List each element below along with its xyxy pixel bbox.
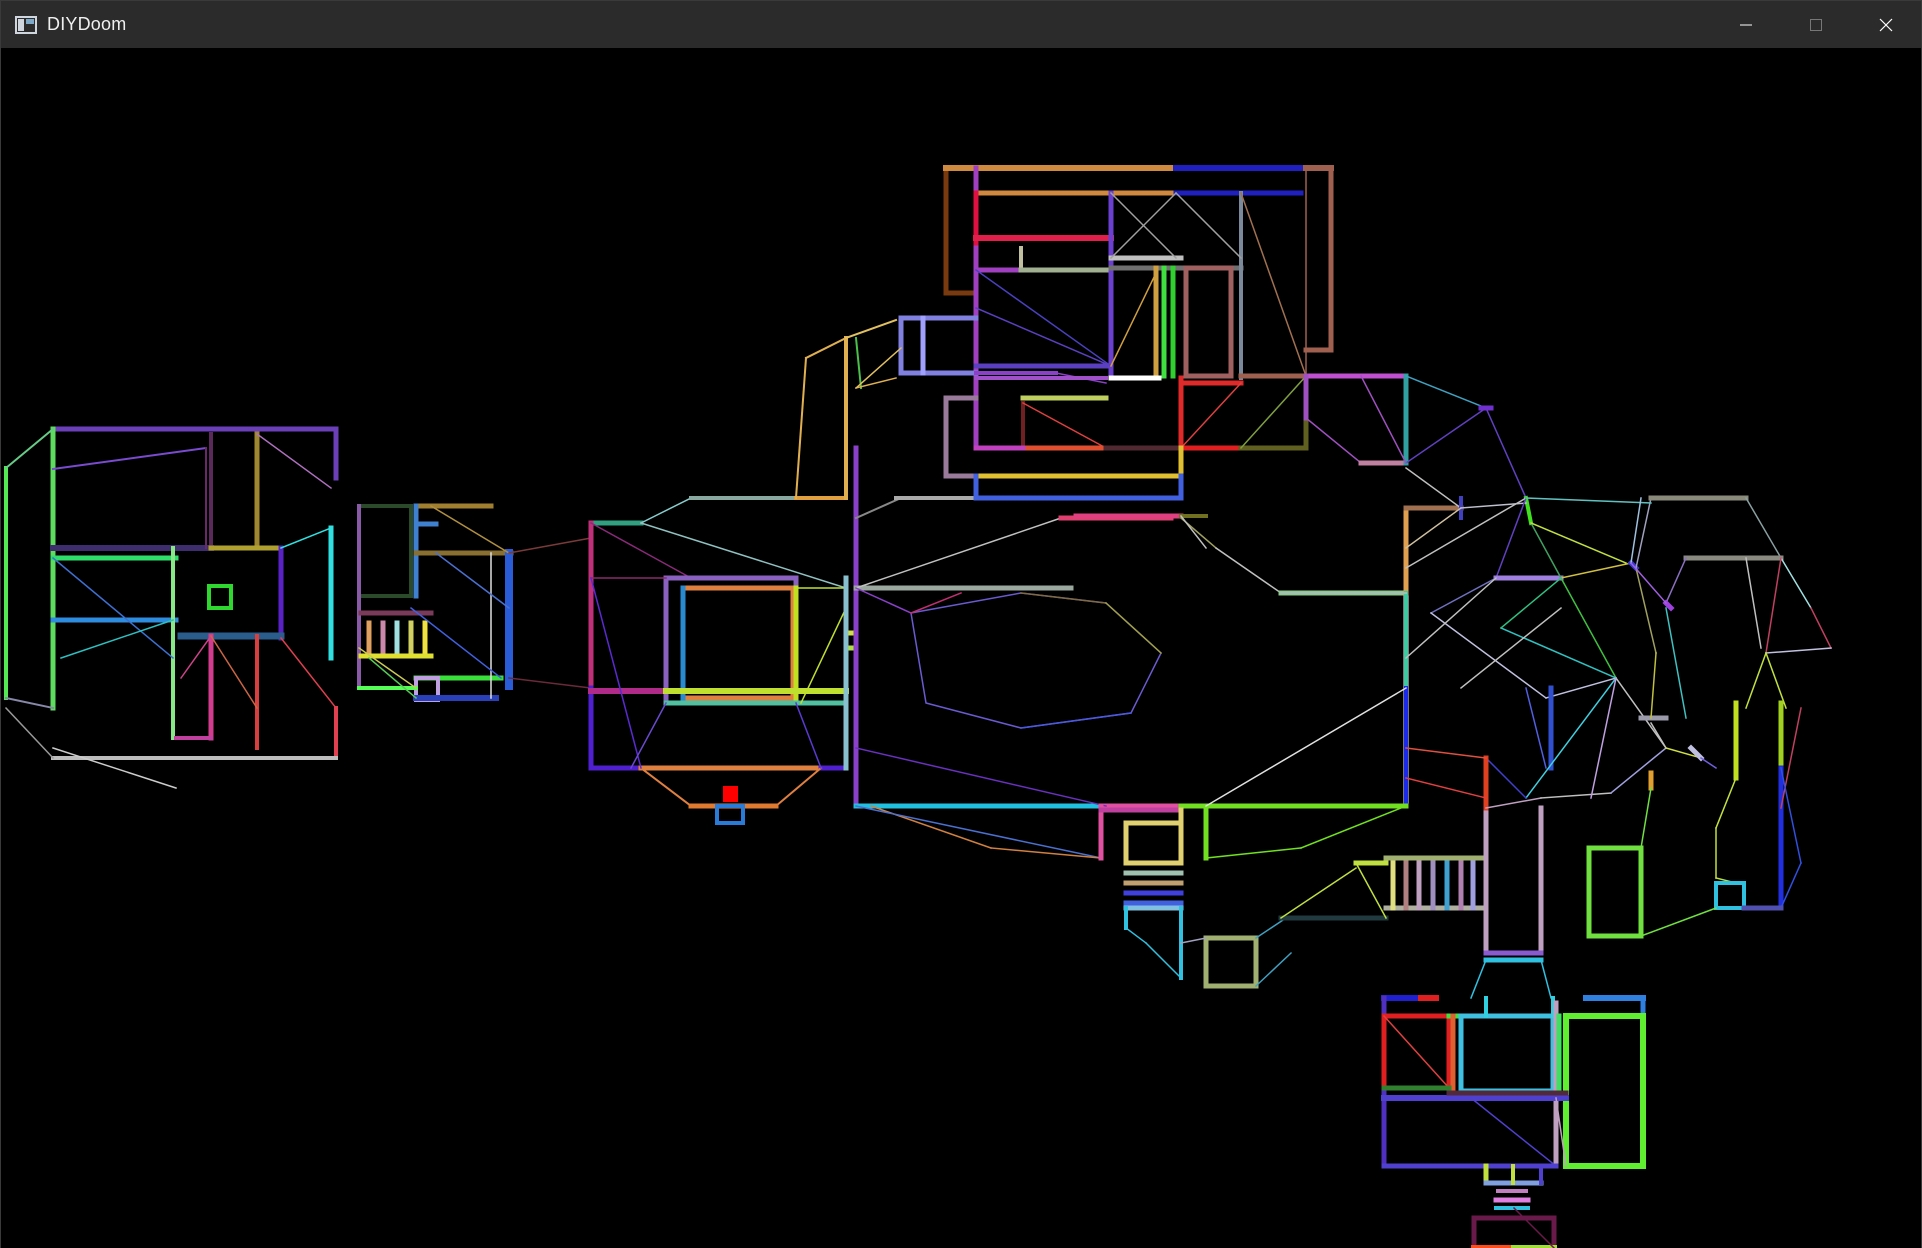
- close-icon: [1879, 18, 1893, 31]
- close-button[interactable]: [1851, 1, 1921, 48]
- automap-canvas: [4, 165, 1833, 1248]
- map-region-middle-room: [588, 496, 856, 825]
- map-region-left-room: [4, 426, 339, 789]
- maximize-icon: [1810, 18, 1822, 31]
- window-title: DIYDoom: [47, 14, 127, 34]
- minimize-icon: [1740, 24, 1752, 25]
- map-region-central-hall: [794, 318, 1464, 861]
- map-region-connector: [357, 503, 592, 702]
- window-app-icon: [15, 15, 37, 34]
- window-controls: [1711, 1, 1921, 48]
- map-region-bottom-room: [1381, 995, 1646, 1248]
- map-region-lower-stairs: [1098, 803, 1552, 999]
- maximize-button[interactable]: [1781, 1, 1851, 48]
- map-region-right-complex: [1404, 495, 1833, 939]
- map-region-right-corridor: [1303, 373, 1534, 526]
- game-viewport[interactable]: [1, 48, 1921, 1248]
- map-region-top-room: [854, 165, 1334, 501]
- minimize-button[interactable]: [1711, 1, 1781, 48]
- app-window: DIYDoom: [0, 0, 1922, 1248]
- title-bar[interactable]: DIYDoom: [1, 1, 1921, 48]
